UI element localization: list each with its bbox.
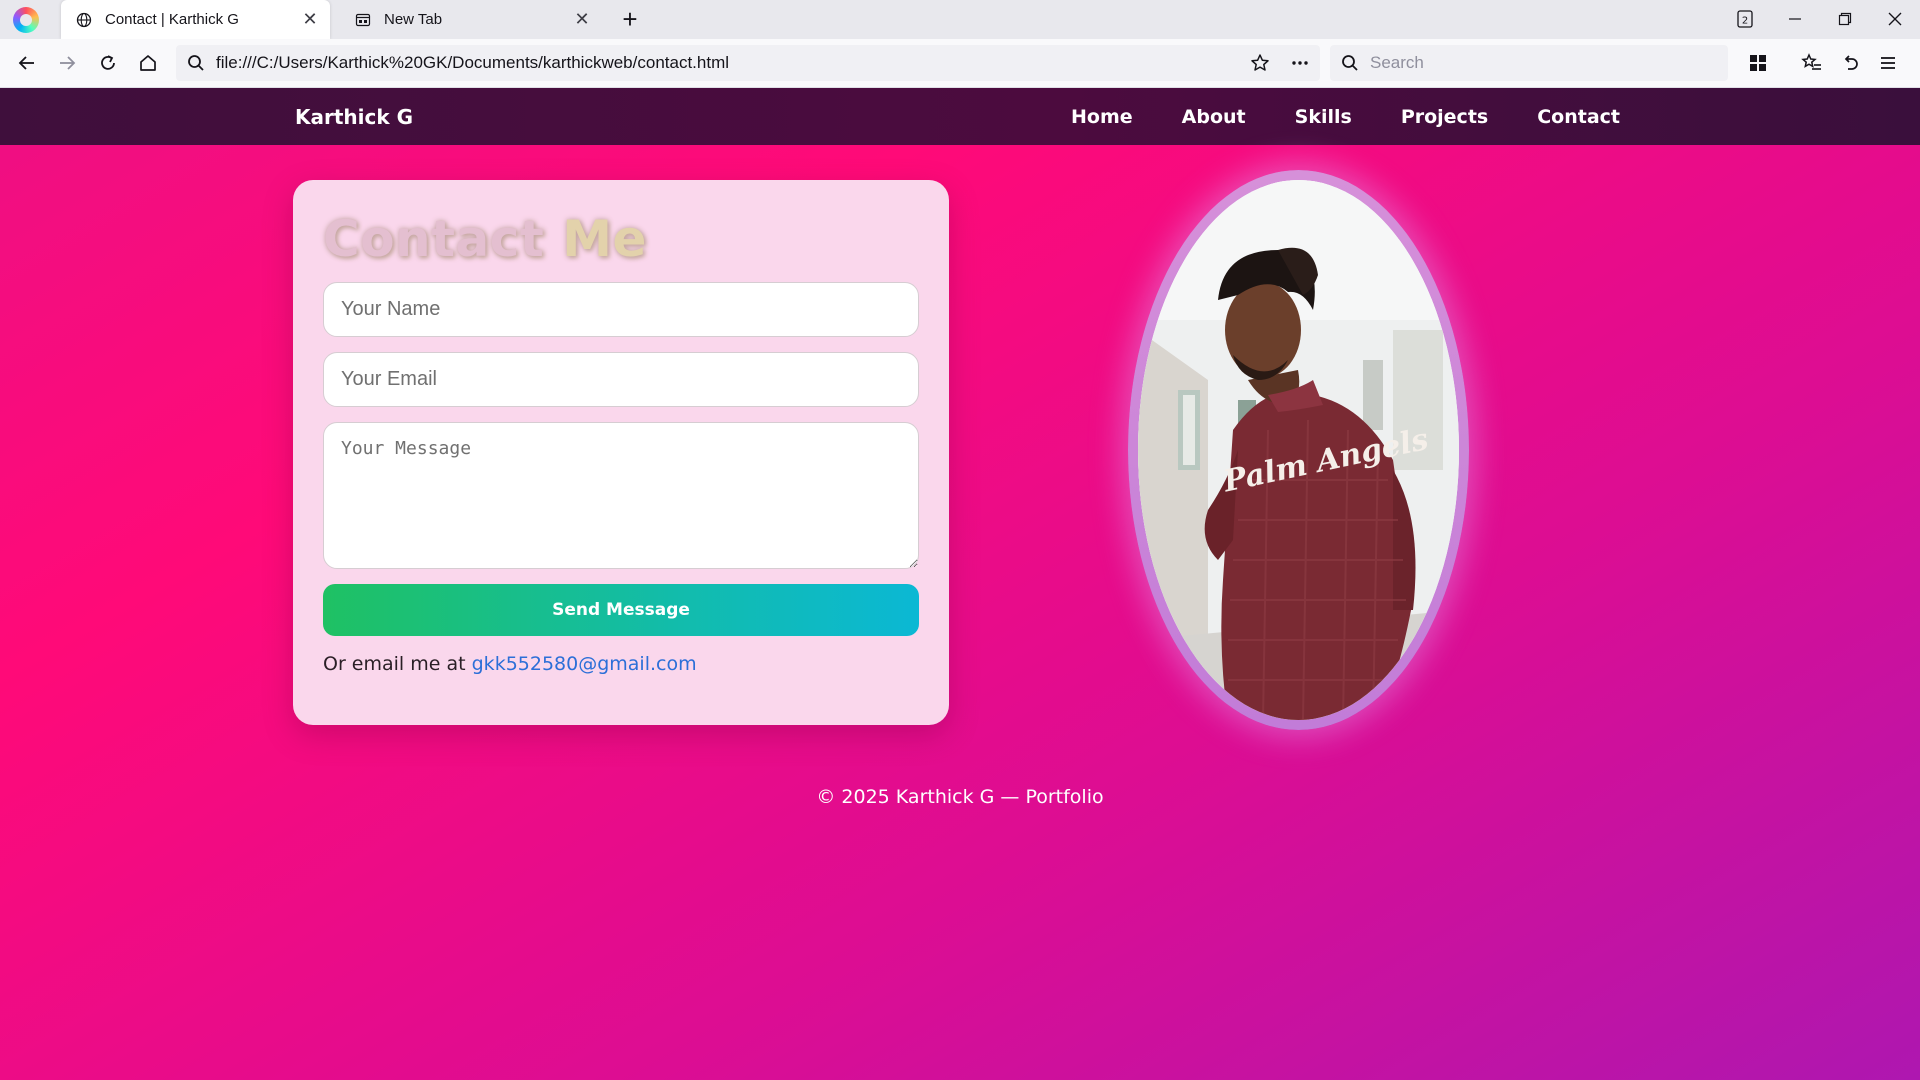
nav-link-skills[interactable]: Skills <box>1295 106 1352 128</box>
browser-tab-strip: Contact | Karthick G ✕ New Tab ✕ + 2 <box>0 0 1920 39</box>
email-link[interactable]: gkk552580@gmail.com <box>472 653 697 675</box>
search-icon <box>176 54 216 72</box>
search-box[interactable] <box>1330 45 1728 81</box>
contact-title-word: Me <box>562 210 647 268</box>
url-text[interactable]: file:///C:/Users/Karthick%20GK/Documents… <box>216 53 1240 73</box>
message-field[interactable] <box>323 422 919 569</box>
browser-toolbar: file:///C:/Users/Karthick%20GK/Documents… <box>0 39 1920 88</box>
nav-link-about[interactable]: About <box>1182 106 1246 128</box>
search-input[interactable] <box>1370 53 1710 73</box>
email-note: Or email me at gkk552580@gmail.com <box>323 653 919 675</box>
tab-counter-button[interactable]: 2 <box>1725 4 1765 34</box>
contact-card: Contact Me Send Message Or email me at g… <box>293 180 949 725</box>
tab-title: New Tab <box>384 11 443 28</box>
newtab-icon <box>354 11 372 29</box>
globe-icon <box>75 11 93 29</box>
tab-contact[interactable]: Contact | Karthick G ✕ <box>61 0 330 39</box>
site-navbar: Karthick G Home About Skills Projects Co… <box>0 88 1920 145</box>
bookmark-star-icon[interactable] <box>1240 45 1280 81</box>
nav-link-projects[interactable]: Projects <box>1401 106 1488 128</box>
reload-button[interactable] <box>92 47 124 79</box>
email-field[interactable] <box>323 352 919 407</box>
tab-new-tab[interactable]: New Tab ✕ <box>340 0 602 39</box>
extensions-grid-icon[interactable] <box>1742 47 1774 79</box>
search-icon <box>1330 54 1370 72</box>
undo-icon[interactable] <box>1834 47 1866 79</box>
contact-title-word: Contact <box>323 210 545 268</box>
profile-photo-frame: Palm Angels <box>1128 170 1469 730</box>
page-viewport: Karthick G Home About Skills Projects Co… <box>0 88 1920 1080</box>
close-tab-icon[interactable]: ✕ <box>570 8 594 32</box>
close-tab-icon[interactable]: ✕ <box>298 8 322 32</box>
profile-photo: Palm Angels <box>1138 180 1459 720</box>
footer-text: © 2025 Karthick G — Portfolio <box>816 786 1104 808</box>
address-bar[interactable]: file:///C:/Users/Karthick%20GK/Documents… <box>176 45 1320 81</box>
nav-link-home[interactable]: Home <box>1071 106 1133 128</box>
site-menu: Home About Skills Projects Contact <box>1022 88 1620 145</box>
back-button[interactable] <box>11 47 43 79</box>
email-note-label: Or email me at <box>323 653 466 675</box>
home-button[interactable] <box>132 47 164 79</box>
page-actions-icon[interactable] <box>1280 45 1320 81</box>
forward-button[interactable] <box>51 47 83 79</box>
site-brand[interactable]: Karthick G <box>295 105 413 129</box>
name-field[interactable] <box>323 282 919 337</box>
nav-link-contact[interactable]: Contact <box>1537 106 1620 128</box>
restore-button[interactable] <box>1825 4 1865 34</box>
minimize-button[interactable] <box>1775 4 1815 34</box>
tab-title: Contact | Karthick G <box>105 11 239 28</box>
new-tab-button[interactable]: + <box>616 6 644 34</box>
bookmarks-list-icon[interactable] <box>1796 47 1828 79</box>
send-message-button[interactable]: Send Message <box>323 584 919 636</box>
tab-count: 2 <box>1742 16 1748 27</box>
close-window-button[interactable] <box>1875 4 1915 34</box>
hamburger-menu-icon[interactable] <box>1872 47 1904 79</box>
browser-logo-icon <box>13 7 39 33</box>
contact-title: Contact Me <box>323 209 919 269</box>
